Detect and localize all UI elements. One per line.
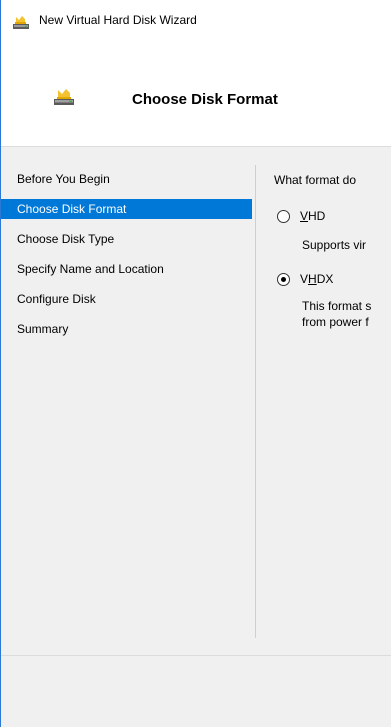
vhd-radio-option[interactable]: VHD: [277, 209, 325, 223]
page-title: Choose Disk Format: [132, 91, 278, 108]
vhd-radio-button[interactable]: [277, 209, 290, 223]
step-navigation: Before You Begin Choose Disk Format Choo…: [1, 169, 252, 349]
wizard-footer: [1, 655, 391, 727]
vhdx-radio-option[interactable]: VHDX: [277, 272, 333, 286]
format-question: What format do: [274, 173, 357, 187]
content-panel: What format do VHD Supports vir VHDX Thi…: [274, 147, 391, 655]
vhd-access-key: V: [300, 209, 309, 223]
panel-divider: [255, 165, 256, 638]
wizard-header: Choose Disk Format: [1, 42, 391, 147]
title-bar[interactable]: New Virtual Hard Disk Wizard: [1, 0, 391, 42]
wizard-body: Before You Begin Choose Disk Format Choo…: [1, 147, 391, 655]
vhdx-description-line-2: from power f: [302, 315, 369, 329]
vhdx-description-line-1: This format s: [302, 299, 372, 313]
vhdx-access-key: H: [308, 272, 317, 286]
vhd-label: VHD: [300, 209, 325, 223]
step-configure-disk[interactable]: Configure Disk: [1, 289, 252, 309]
virtual-disk-icon: [54, 89, 74, 105]
step-summary[interactable]: Summary: [1, 319, 252, 339]
step-choose-disk-format[interactable]: Choose Disk Format: [1, 199, 252, 219]
vhdx-label: VHDX: [300, 272, 333, 286]
vhdx-radio-button[interactable]: [277, 272, 290, 286]
vhd-label-rest: HD: [308, 209, 326, 223]
wizard-window: New Virtual Hard Disk Wizard Choose Disk…: [0, 0, 391, 727]
window-title: New Virtual Hard Disk Wizard: [39, 13, 197, 27]
vhdx-label-rest: DX: [316, 272, 334, 286]
step-choose-disk-type[interactable]: Choose Disk Type: [1, 229, 252, 249]
vhdx-label-pre: V: [300, 272, 309, 286]
virtual-disk-icon: [13, 16, 29, 29]
vhd-description: Supports vir: [302, 238, 367, 252]
step-before-you-begin[interactable]: Before You Begin: [1, 169, 252, 189]
step-specify-name-and-location[interactable]: Specify Name and Location: [1, 259, 252, 279]
